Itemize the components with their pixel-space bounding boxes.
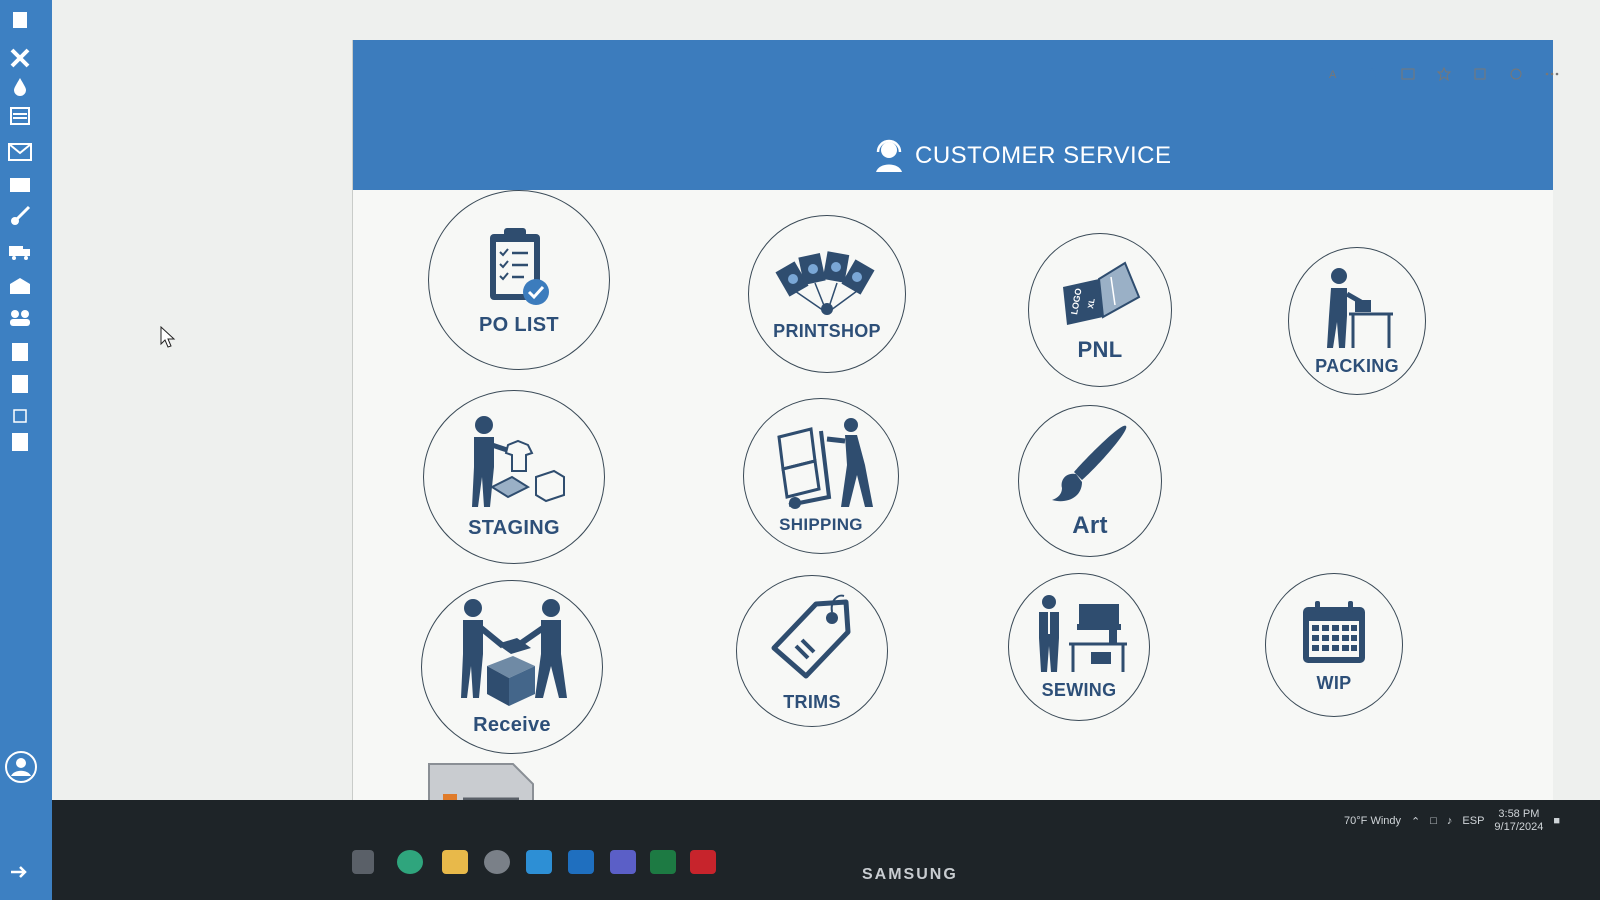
packing-worker-icon (1327, 267, 1393, 348)
users-icon[interactable] (6, 306, 34, 330)
browser-toolbar: A (1328, 66, 1560, 82)
svg-text:A: A (1329, 69, 1337, 81)
sewing-button[interactable]: SEWING (1008, 573, 1150, 721)
network-icon[interactable]: □ (1430, 815, 1437, 827)
app-icon[interactable] (484, 850, 510, 874)
read-aloud-icon[interactable]: A (1328, 66, 1344, 82)
sewing-machine-icon (1039, 594, 1127, 672)
file-explorer-icon[interactable] (442, 850, 468, 874)
folder-icon[interactable] (6, 172, 34, 196)
windows-taskbar: 70°F Windy ⌃ □ ♪ ESP 3:58 PM 9/17/2024 ■… (52, 800, 1600, 900)
staging-sorting-icon (472, 415, 565, 507)
sewing-label: SEWING (1041, 679, 1117, 700)
printshop-label: PRINTSHOP (773, 320, 881, 341)
po-list-button[interactable]: PO LIST (428, 190, 610, 370)
volume-icon[interactable]: ♪ (1447, 815, 1453, 827)
language-indicator[interactable]: ESP (1462, 815, 1484, 827)
wip-label: WIP (1316, 672, 1352, 693)
app-header: CUSTOMER SERVICE (353, 40, 1553, 190)
file-icon[interactable] (6, 8, 34, 32)
clock-date: 9/17/2024 (1494, 821, 1544, 833)
outlook-icon[interactable] (568, 850, 594, 874)
collections-icon[interactable] (1472, 66, 1488, 82)
checkbox-icon[interactable] (6, 404, 34, 428)
receive-label: Receive (473, 713, 551, 736)
acrobat-icon[interactable] (690, 850, 716, 874)
web-page: CUSTOMER SERVICE PO LIST PRINTSHOP LOGO … (52, 0, 1600, 900)
receive-button[interactable]: Receive (421, 580, 603, 754)
trims-button[interactable]: TRIMS (736, 575, 888, 727)
page-title-text: CUSTOMER SERVICE (915, 142, 1172, 169)
shipping-label: SHIPPING (779, 515, 863, 534)
tools-icon[interactable] (6, 46, 34, 70)
pnl-button[interactable]: LOGO XL PNL (1028, 233, 1172, 387)
left-sidebar (0, 0, 52, 900)
label-tag-icon: LOGO XL (1063, 261, 1141, 325)
calendar-icon (1303, 600, 1365, 663)
wip-button[interactable]: WIP (1265, 573, 1403, 717)
shipping-button[interactable]: SHIPPING (743, 398, 899, 554)
logout-icon[interactable] (6, 860, 34, 884)
hand-truck-icon (777, 418, 873, 509)
list-icon[interactable] (6, 104, 34, 128)
packing-label: PACKING (1315, 355, 1399, 376)
pnl-label: PNL (1077, 337, 1123, 362)
clock-time: 3:58 PM (1498, 808, 1540, 820)
paint-brush-icon (1052, 425, 1127, 502)
price-tag-icon (771, 594, 851, 678)
headset-icon (876, 139, 902, 172)
pnl-size-text: XL (1086, 298, 1097, 310)
page-icon-2[interactable] (6, 372, 34, 396)
weather-widget[interactable]: 70°F Windy (1344, 815, 1401, 827)
brush-icon[interactable] (6, 204, 34, 228)
system-tray: 70°F Windy ⌃ □ ♪ ESP 3:58 PM 9/17/2024 ■ (1344, 808, 1560, 834)
favorite-star-icon[interactable] (1364, 66, 1380, 82)
excel-icon[interactable] (650, 850, 676, 874)
trims-label: TRIMS (783, 691, 841, 712)
open-mail-icon[interactable] (6, 274, 34, 298)
page-title: CUSTOMER SERVICE (873, 138, 1172, 174)
art-label: Art (1072, 512, 1108, 539)
edge-browser-icon[interactable] (397, 850, 423, 874)
mouse-cursor-icon (160, 325, 176, 353)
user-account-icon[interactable] (4, 750, 38, 784)
clock[interactable]: 3:58 PM 9/17/2024 (1494, 808, 1543, 834)
notification-icon[interactable]: ■ (1553, 815, 1560, 827)
more-options-icon[interactable] (1544, 66, 1560, 82)
monitor-brand: SAMSUNG (862, 866, 958, 883)
handover-receive-icon (461, 598, 567, 706)
po-list-label: PO LIST (479, 313, 559, 336)
page-icon-3[interactable] (6, 430, 34, 454)
extensions-icon[interactable] (1508, 66, 1524, 82)
favorites-icon[interactable] (1436, 66, 1452, 82)
printshop-screens-icon (775, 250, 875, 315)
task-view-icon[interactable] (352, 850, 374, 874)
reading-view-icon[interactable] (1400, 66, 1416, 82)
page-icon[interactable] (6, 340, 34, 364)
drop-icon[interactable] (6, 74, 34, 98)
customer-service-app: CUSTOMER SERVICE PO LIST PRINTSHOP LOGO … (352, 40, 1553, 830)
teams-icon[interactable] (610, 850, 636, 874)
packing-button[interactable]: PACKING (1288, 247, 1426, 395)
truck-icon[interactable] (6, 240, 34, 264)
clipboard-check-icon (490, 227, 549, 305)
staging-label: STAGING (468, 516, 560, 539)
chevron-up-icon[interactable]: ⌃ (1411, 815, 1420, 828)
chat-app-icon[interactable] (526, 850, 552, 874)
printshop-button[interactable]: PRINTSHOP (748, 215, 906, 373)
mail-icon[interactable] (6, 140, 34, 164)
art-button[interactable]: Art (1018, 405, 1162, 557)
staging-button[interactable]: STAGING (423, 390, 605, 564)
